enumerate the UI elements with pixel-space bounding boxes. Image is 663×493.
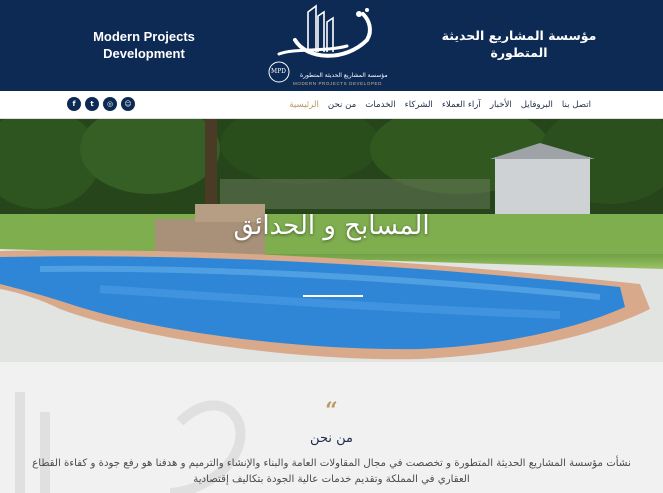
- site-header: Modern Projects Development MPD مؤسسة ال…: [0, 0, 663, 91]
- nav-item-partners[interactable]: الشركاء: [405, 100, 433, 110]
- brand-name-en: Modern Projects Development: [93, 29, 195, 61]
- instagram-icon[interactable]: ◎: [103, 97, 117, 111]
- logo-badge: MPD: [271, 68, 286, 75]
- about-section: “ من نحن نشأت مؤسسة المشاريع الحديثة الم…: [0, 362, 663, 493]
- nav-item-testimonials[interactable]: آراء العملاء: [442, 100, 481, 110]
- nav-item-news[interactable]: الأخبار: [490, 100, 512, 110]
- nav-item-about[interactable]: من نحن: [328, 100, 356, 110]
- nav-item-services[interactable]: الخدمات: [365, 100, 395, 110]
- quote-icon: “: [325, 398, 338, 424]
- nav-item-profile[interactable]: البروفايل: [521, 100, 553, 110]
- facebook-icon[interactable]: f: [67, 97, 81, 111]
- hero-banner: المسابح و الحدائق: [0, 119, 663, 362]
- hero-title: المسابح و الحدائق: [233, 211, 430, 241]
- nav-menu: الرئيسية من نحن الخدمات الشركاء آراء الع…: [289, 91, 591, 119]
- nav-item-contact[interactable]: اتصل بنا: [562, 100, 591, 110]
- logo-english-tagline: MODERN PROJECTS DEVELOPED: [293, 81, 383, 86]
- main-navigation: الرئيسية من نحن الخدمات الشركاء آراء الع…: [0, 91, 663, 119]
- snapchat-icon[interactable]: ☺: [121, 97, 135, 111]
- about-title: من نحن: [310, 431, 353, 446]
- hero-divider: [303, 295, 363, 297]
- about-text: نشأت مؤسسة المشاريع الحديثة المتطورة و ت…: [32, 458, 631, 485]
- brand-name-ar: مؤسسة المشاريع الحديثة المتطورة: [441, 28, 597, 60]
- social-links: f t ◎ ☺: [67, 97, 135, 111]
- site-logo[interactable]: MPD مؤسسة المشاريع الحديثة المتطورة MODE…: [255, 0, 405, 91]
- nav-item-home[interactable]: الرئيسية: [289, 100, 319, 110]
- logo-arabic-tagline: مؤسسة المشاريع الحديثة المتطورة: [300, 72, 388, 79]
- twitter-icon[interactable]: t: [85, 97, 99, 111]
